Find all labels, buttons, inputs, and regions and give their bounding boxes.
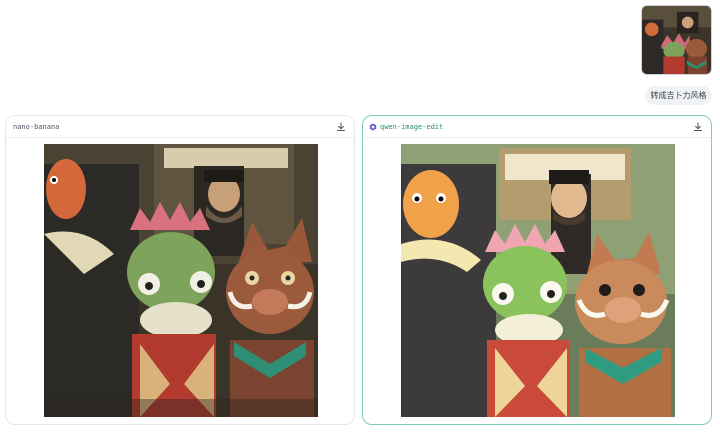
generated-image[interactable]: [44, 144, 318, 417]
prompt-text: 转成吉卜力风格: [650, 91, 707, 100]
download-icon[interactable]: [336, 122, 346, 132]
model-name: qwen-image-edit: [380, 123, 444, 131]
download-icon[interactable]: [693, 122, 703, 132]
panel-header: qwen-image-edit: [363, 116, 711, 138]
result-panel-nano-banana: nano-banana: [5, 115, 355, 425]
result-panel-qwen-image-edit: qwen-image-edit: [362, 115, 712, 425]
user-prompt-bubble: 转成吉卜力风格: [645, 86, 712, 105]
generated-image[interactable]: [401, 144, 675, 417]
panel-header: nano-banana: [6, 116, 354, 138]
user-uploaded-image[interactable]: [641, 5, 712, 75]
qwen-logo-icon: [369, 123, 377, 131]
model-name: nano-banana: [13, 123, 60, 131]
